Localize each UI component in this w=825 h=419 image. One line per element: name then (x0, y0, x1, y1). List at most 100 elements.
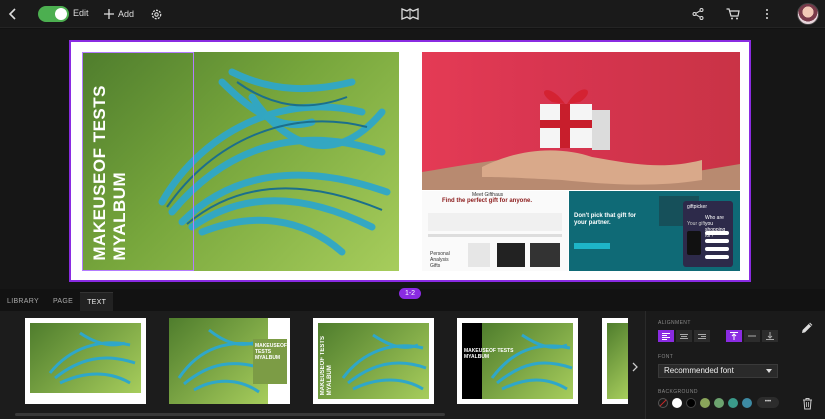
share-button[interactable] (692, 0, 704, 28)
tab-text[interactable]: TEXT (80, 292, 114, 311)
swatch-none[interactable] (658, 398, 668, 408)
shot2-app-sub: Your gift (687, 221, 706, 227)
thumb-image (607, 323, 628, 399)
shot2-cta (574, 243, 610, 249)
kebab-menu-icon (766, 9, 768, 19)
album-title-text[interactable]: MAKEUSEOF TESTS MYALBUM (90, 85, 130, 261)
no-color-icon (659, 399, 667, 407)
album-spread[interactable]: MAKEUSEOF TESTS MYALBUM Meet Gifthaus Fi… (69, 40, 751, 282)
tab-library[interactable]: LIBRARY (0, 292, 46, 311)
swatch-blue[interactable] (742, 398, 752, 408)
product-thumb-1 (468, 243, 490, 267)
thumb-vertical-text: MAKEUSEOF TESTS MYALBUM (320, 336, 334, 395)
align-middle-button[interactable] (744, 330, 760, 342)
profile-button[interactable] (797, 0, 819, 28)
layout-thumb-3[interactable]: MAKEUSEOF TESTS MYALBUM (313, 318, 434, 404)
font-select[interactable]: Recommended font (658, 364, 778, 378)
align-top-icon (730, 332, 738, 340)
edit-label: Edit (73, 8, 89, 18)
chevron-left-icon (8, 8, 16, 20)
pencil-icon (802, 322, 813, 333)
swatch-olive[interactable] (700, 398, 710, 408)
product-thumb-3 (530, 243, 560, 267)
alignment-label: ALIGNMENT (658, 320, 691, 326)
layout-tray: MAKEUSEOF TESTS MYALBUM MAKEUSEOF TESTS … (0, 311, 645, 419)
plus-icon (104, 9, 114, 19)
align-center-button[interactable] (676, 330, 692, 342)
shot1-feature-row (428, 213, 562, 231)
layout-thumb-1[interactable] (25, 318, 146, 404)
thumb-text-line: MYALBUM (464, 354, 490, 360)
tab-page[interactable]: PAGE (46, 292, 80, 311)
swatch-white[interactable] (672, 398, 682, 408)
delete-button[interactable] (802, 397, 813, 415)
swatch-teal[interactable] (728, 398, 738, 408)
more-colors-button[interactable]: ••• (757, 397, 779, 408)
swatch-black[interactable] (686, 398, 696, 408)
layout-thumb-4[interactable]: MAKEUSEOF TESTS MYALBUM (457, 318, 578, 404)
thumb-black-band (462, 323, 482, 399)
shot1-product-label: Personal Analysis Gifts (430, 251, 450, 269)
editor-canvas: MAKEUSEOF TESTS MYALBUM Meet Gifthaus Fi… (0, 29, 825, 289)
shot1-heading: Find the perfect gift for anyone. (442, 198, 533, 204)
toggle-switch[interactable] (38, 6, 69, 22)
avatar (797, 3, 819, 25)
thumb-text: MAKEUSEOF TESTS MYALBUM (464, 348, 513, 360)
shot2-app-title: giftpicker (687, 204, 708, 210)
page-indicator[interactable]: 1-2 (399, 288, 421, 299)
cart-button[interactable] (726, 0, 740, 28)
album-title-line1: MAKEUSEOF TESTS (90, 85, 109, 261)
add-button[interactable]: Add (104, 0, 134, 28)
align-bottom-icon (766, 332, 774, 340)
align-left-button[interactable] (658, 330, 674, 342)
layout-thumb-2[interactable]: MAKEUSEOF TESTS MYALBUM (169, 318, 290, 404)
thumb-image: MAKEUSEOF TESTS MYALBUM (318, 323, 429, 399)
logo-icon (401, 8, 419, 20)
thumb-text-line: MYALBUM (327, 364, 333, 395)
align-middle-icon (748, 335, 756, 337)
cart-icon (726, 8, 740, 20)
align-bottom-button[interactable] (762, 330, 778, 342)
thumb-image (30, 323, 141, 393)
shot2-app-mockup: giftpicker Who are you shopping for? You… (683, 201, 733, 267)
product-thumb-2 (497, 243, 525, 267)
website-screenshot-1: Meet Gifthaus Find the perfect gift for … (422, 191, 568, 271)
top-bar: Edit Add (0, 0, 825, 28)
gift-hand-image (422, 89, 740, 190)
tray-next-button[interactable] (632, 359, 638, 377)
font-select-value: Recommended font (664, 366, 734, 375)
bottom-tabs: LIBRARY PAGE TEXT (0, 292, 114, 311)
thumb-text-box: MAKEUSEOF TESTS MYALBUM (253, 339, 287, 384)
logo (401, 0, 419, 28)
font-label: FONT (658, 354, 674, 360)
swatch-green[interactable] (714, 398, 724, 408)
right-rail (792, 311, 825, 419)
more-menu-button[interactable] (765, 0, 769, 28)
album-title-line2: MYALBUM (110, 172, 129, 261)
right-page[interactable]: Meet Gifthaus Find the perfect gift for … (422, 52, 740, 271)
gift-photo (422, 52, 740, 190)
thumb-text-line: MYALBUM (255, 355, 281, 361)
align-right-icon (698, 333, 706, 340)
thumb-text-line: MAKEUSEOF TESTS (320, 335, 326, 395)
share-icon (692, 8, 704, 20)
add-label: Add (118, 9, 135, 19)
left-page[interactable]: MAKEUSEOF TESTS MYALBUM (82, 52, 399, 271)
edit-toggle[interactable] (38, 0, 69, 28)
website-screenshot-2: Don't pick that gift for your partner. g… (569, 191, 740, 271)
align-center-icon (680, 333, 688, 340)
shot2-heading: Don't pick that gift for your partner. (574, 213, 637, 226)
background-label: BACKGROUND (658, 389, 698, 395)
gear-icon (151, 9, 162, 19)
settings-button[interactable] (150, 0, 163, 28)
edit-text-button[interactable] (801, 321, 814, 339)
align-right-button[interactable] (694, 330, 710, 342)
layout-thumb-5[interactable] (602, 318, 628, 404)
align-left-icon (662, 332, 670, 341)
shot2-app-question: Who are you shopping for? (705, 215, 726, 239)
back-button[interactable] (8, 0, 18, 28)
align-top-button[interactable] (726, 330, 742, 342)
thumb-image (482, 323, 573, 399)
tray-scrollbar[interactable] (15, 413, 445, 416)
trash-icon (803, 398, 812, 410)
